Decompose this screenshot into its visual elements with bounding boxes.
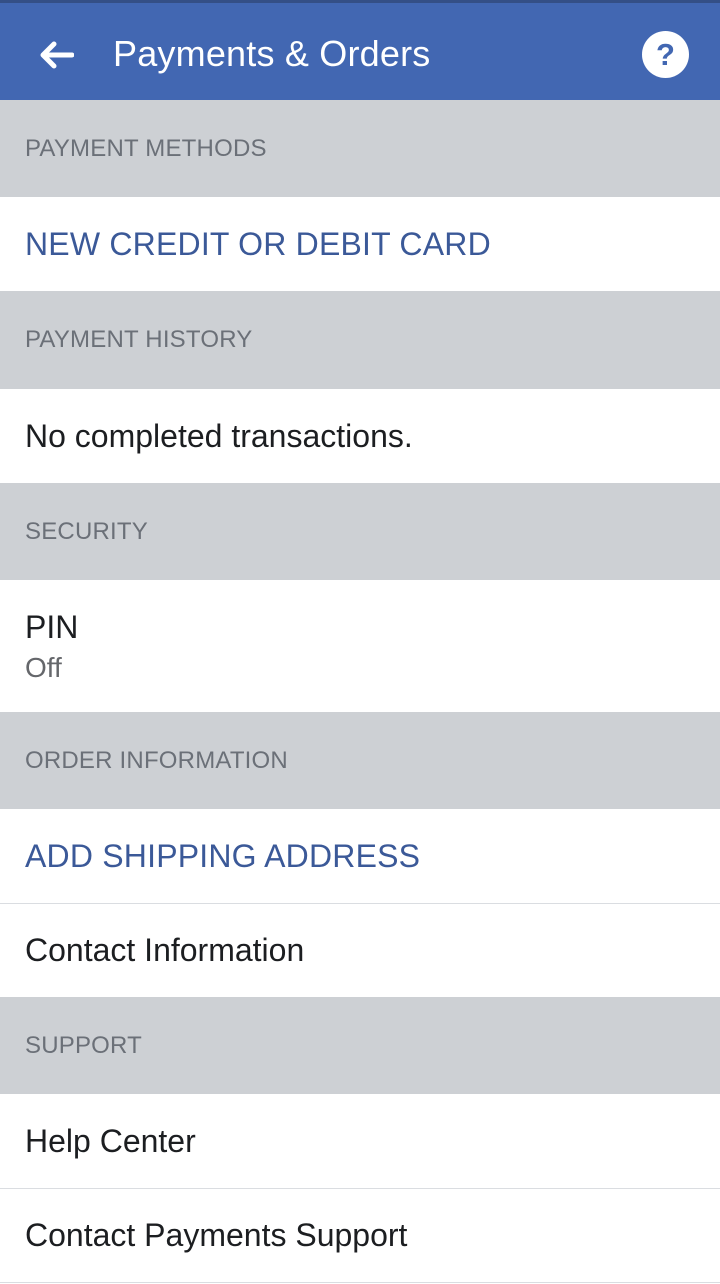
new-card-button[interactable]: NEW CREDIT OR DEBIT CARD xyxy=(0,197,720,291)
section-header-order-information: ORDER INFORMATION xyxy=(0,712,720,809)
page-title: Payments & Orders xyxy=(113,33,431,74)
empty-history-text: No completed transactions. xyxy=(25,417,413,454)
add-shipping-label: ADD SHIPPING ADDRESS xyxy=(25,837,421,874)
contact-payments-support-row[interactable]: Contact Payments Support xyxy=(0,1189,720,1282)
question-circle-icon: ? xyxy=(656,37,675,72)
pin-status: Off xyxy=(25,651,62,683)
pin-label: PIN xyxy=(25,608,79,645)
payment-history-empty: No completed transactions. xyxy=(0,389,720,483)
section-title: SECURITY xyxy=(25,517,148,545)
contact-payments-support-label: Contact Payments Support xyxy=(25,1217,408,1253)
section-title: SUPPORT xyxy=(25,1031,142,1059)
help-center-row[interactable]: Help Center xyxy=(0,1094,720,1188)
section-header-payment-methods: PAYMENT METHODS xyxy=(0,100,720,197)
row-divider xyxy=(0,1282,720,1283)
section-title: ORDER INFORMATION xyxy=(25,746,288,774)
arrow-left-icon xyxy=(40,41,74,69)
contact-information-row[interactable]: Contact Information xyxy=(0,904,720,997)
help-button[interactable]: ? xyxy=(642,31,689,78)
help-center-label: Help Center xyxy=(25,1122,196,1159)
contact-information-label: Contact Information xyxy=(25,932,305,968)
section-title: PAYMENT METHODS xyxy=(25,134,267,162)
section-header-payment-history: PAYMENT HISTORY xyxy=(0,291,720,389)
top-app-bar: Payments & Orders ? xyxy=(0,0,720,100)
section-header-security: SECURITY xyxy=(0,483,720,580)
add-shipping-address-button[interactable]: ADD SHIPPING ADDRESS xyxy=(0,809,720,903)
section-title: PAYMENT HISTORY xyxy=(25,326,253,353)
payments-orders-screen: Payments & Orders ? PAYMENT METHODS NEW … xyxy=(0,0,720,1284)
back-button[interactable] xyxy=(34,33,78,77)
section-header-support: SUPPORT xyxy=(0,997,720,1094)
pin-setting-row[interactable]: PIN Off xyxy=(0,580,720,712)
new-card-label: NEW CREDIT OR DEBIT CARD xyxy=(25,225,491,262)
